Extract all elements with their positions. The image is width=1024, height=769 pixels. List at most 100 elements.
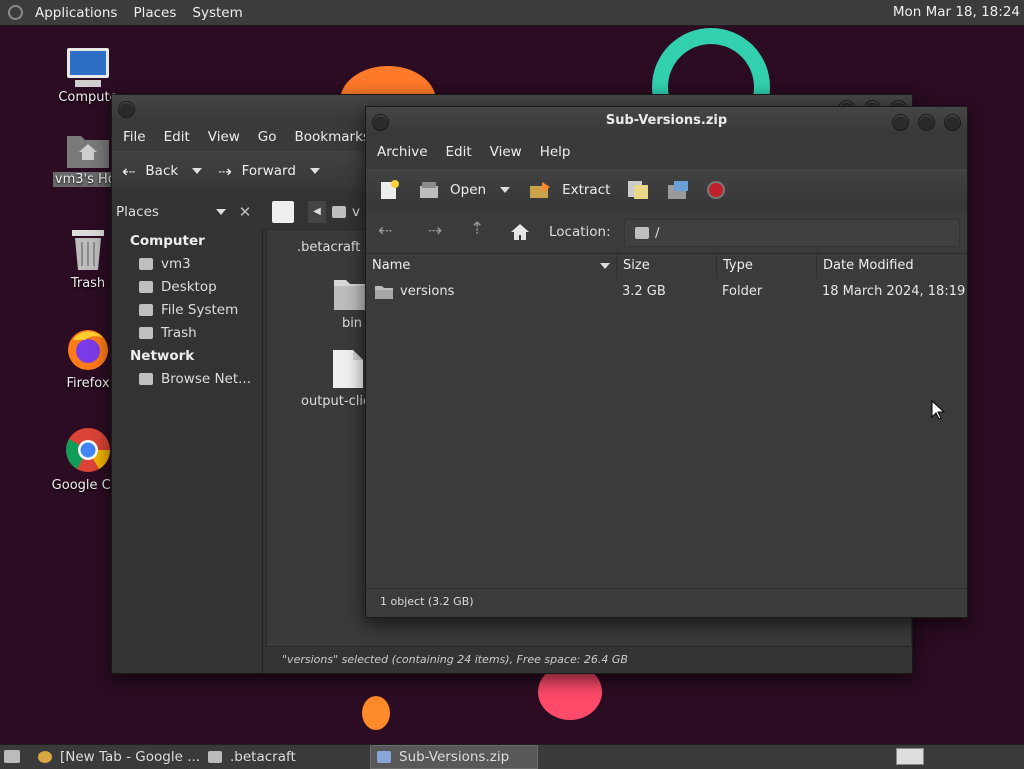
taskbar-item-betacraft[interactable]: .betacraft bbox=[202, 745, 368, 769]
top-panel: Applications Places System Mon Mar 18, 1… bbox=[0, 0, 1024, 26]
panel-clock[interactable]: Mon Mar 18, 18:24 bbox=[893, 4, 1020, 20]
close-sidebar-icon[interactable]: ✕ bbox=[234, 201, 256, 223]
stop-button[interactable] bbox=[698, 169, 734, 211]
location-label: Location: bbox=[549, 224, 611, 240]
row-size: 3.2 GB bbox=[622, 284, 666, 299]
location-bar: ⇠ ⇢ ⇡ Location: / bbox=[366, 211, 967, 253]
path-button[interactable]: v bbox=[332, 201, 366, 223]
home-icon bbox=[139, 257, 153, 270]
new-archive-icon bbox=[381, 180, 399, 199]
archive-menubar: Archive Edit View Help bbox=[366, 135, 967, 169]
computer-icon bbox=[65, 46, 111, 87]
sidebar-item-desktop[interactable]: Desktop bbox=[112, 275, 262, 298]
path-back-icon[interactable]: ◀ bbox=[308, 201, 326, 223]
desktop-icon-label: Compute bbox=[58, 90, 118, 105]
status-text: 1 object (3.2 GB) bbox=[380, 595, 474, 608]
menu-edit[interactable]: Edit bbox=[155, 129, 199, 145]
archive-titlebar[interactable]: Sub-Versions.zip bbox=[366, 107, 967, 135]
archive-icon bbox=[377, 751, 391, 763]
desktop-folder-icon bbox=[139, 280, 153, 293]
desktop-icon-label: Firefox bbox=[66, 376, 110, 391]
extract-icon bbox=[530, 182, 551, 198]
back-dropdown-icon[interactable] bbox=[192, 168, 203, 174]
menu-applications[interactable]: Applications bbox=[27, 5, 125, 21]
sidebar-item-file-system[interactable]: File System bbox=[112, 298, 262, 321]
add-folder-icon bbox=[668, 181, 689, 199]
open-button[interactable]: Open bbox=[408, 169, 518, 211]
add-files-button[interactable] bbox=[618, 169, 658, 211]
wallpaper-small-blob bbox=[362, 696, 390, 730]
minimize-button[interactable] bbox=[892, 114, 909, 131]
column-header-type[interactable]: Type bbox=[717, 254, 817, 278]
places-sidebar: Computer vm3 Desktop File System Trash N… bbox=[112, 229, 263, 673]
forward-arrow-icon[interactable]: ⇢ bbox=[428, 221, 442, 241]
row-name: versions bbox=[400, 284, 455, 299]
menu-view[interactable]: View bbox=[199, 129, 249, 145]
table-row[interactable]: versions 3.2 GB Folder 18 March 2024, 18… bbox=[366, 280, 967, 304]
archive-manager-window[interactable]: Sub-Versions.zip Archive Edit View Help … bbox=[365, 106, 968, 618]
show-desktop-icon[interactable] bbox=[4, 750, 20, 763]
firefox-icon bbox=[65, 326, 111, 372]
back-arrow-icon: ⇠ bbox=[122, 161, 136, 181]
window-menu-button[interactable] bbox=[118, 101, 135, 118]
window-title: Sub-Versions.zip bbox=[605, 113, 728, 128]
home-path-icon bbox=[332, 206, 346, 218]
menu-archive[interactable]: Archive bbox=[368, 144, 437, 160]
column-header-date[interactable]: Date Modified bbox=[817, 254, 967, 278]
up-arrow-icon[interactable]: ⇡ bbox=[470, 219, 484, 239]
folder-tab-title: .betacraft bbox=[297, 240, 361, 255]
maximize-button[interactable] bbox=[918, 114, 935, 131]
location-field[interactable]: / bbox=[624, 219, 960, 247]
menu-system[interactable]: System bbox=[184, 5, 250, 21]
forward-dropdown-icon[interactable] bbox=[309, 168, 320, 174]
close-button[interactable] bbox=[944, 114, 961, 131]
column-header-name[interactable]: Name bbox=[366, 254, 617, 278]
add-folder-button[interactable] bbox=[658, 169, 698, 211]
row-type: Folder bbox=[722, 284, 763, 299]
taskbar: [New Tab - Google ... .betacraft Sub-Ver… bbox=[0, 744, 1024, 769]
extract-button[interactable]: Extract bbox=[518, 169, 618, 211]
forward-button[interactable]: ⇢ Forward bbox=[210, 151, 328, 191]
back-button[interactable]: ⇠ Back bbox=[112, 151, 210, 191]
chrome-icon bbox=[64, 426, 112, 474]
menu-file[interactable]: File bbox=[114, 129, 155, 145]
mint-logo-icon[interactable] bbox=[8, 5, 23, 20]
taskbar-item-sub-versions[interactable]: Sub-Versions.zip bbox=[370, 745, 538, 769]
folder-icon bbox=[375, 286, 393, 299]
menu-places[interactable]: Places bbox=[125, 5, 184, 21]
taskbar-item-chrome[interactable]: [New Tab - Google ... bbox=[32, 745, 200, 769]
trash-icon bbox=[68, 226, 108, 272]
edit-path-icon[interactable] bbox=[272, 201, 294, 223]
places-selector[interactable]: Places bbox=[116, 201, 228, 223]
column-header-size[interactable]: Size bbox=[617, 254, 717, 278]
places-dropdown-icon bbox=[216, 209, 226, 215]
menu-help[interactable]: Help bbox=[531, 144, 580, 160]
file-icon bbox=[333, 350, 363, 388]
archive-file-list[interactable]: Name Size Type Date Modified versions 3.… bbox=[366, 253, 967, 588]
menu-edit[interactable]: Edit bbox=[437, 144, 481, 160]
folder-icon bbox=[208, 751, 222, 763]
sidebar-item-browse-network[interactable]: Browse Net... bbox=[112, 367, 262, 390]
sidebar-item-trash[interactable]: Trash bbox=[112, 321, 262, 344]
home-folder-icon bbox=[65, 128, 111, 168]
network-icon bbox=[139, 372, 153, 385]
add-files-icon bbox=[628, 181, 649, 199]
workspace-switcher[interactable] bbox=[896, 748, 924, 765]
open-dropdown-icon[interactable] bbox=[500, 187, 511, 193]
sidebar-header-network: Network bbox=[130, 348, 195, 364]
status-text: "versions" selected (containing 24 items… bbox=[282, 653, 628, 666]
new-archive-button[interactable] bbox=[366, 169, 408, 211]
back-arrow-icon[interactable]: ⇠ bbox=[378, 221, 392, 241]
archive-statusbar: 1 object (3.2 GB) bbox=[366, 588, 967, 615]
sort-descending-icon bbox=[600, 263, 610, 269]
home-icon[interactable] bbox=[510, 223, 530, 241]
sidebar-item-vm3[interactable]: vm3 bbox=[112, 252, 262, 275]
menu-view[interactable]: View bbox=[481, 144, 531, 160]
trash-icon bbox=[139, 326, 153, 339]
row-date: 18 March 2024, 18:19 bbox=[822, 284, 966, 299]
sidebar-header-computer: Computer bbox=[130, 233, 205, 249]
open-archive-icon bbox=[420, 182, 438, 198]
window-menu-button[interactable] bbox=[372, 114, 389, 131]
menu-go[interactable]: Go bbox=[249, 129, 286, 145]
desktop-icon-label: Trash bbox=[70, 276, 106, 291]
